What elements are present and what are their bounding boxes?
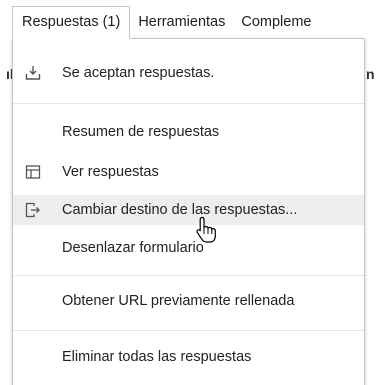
menu-respuestas[interactable]: Respuestas (1)	[12, 5, 131, 39]
menu-item-change-destination[interactable]: Cambiar destino de las respuestas...	[13, 195, 364, 225]
separator	[13, 275, 364, 276]
inbox-download-icon	[25, 66, 41, 80]
menu-item-prefilled-url[interactable]: Obtener URL previamente rellenada	[13, 286, 364, 316]
menu-item-label: Eliminar todas las respuestas	[62, 349, 252, 365]
menu-item-delete-all-responses[interactable]: Eliminar todas las respuestas	[13, 342, 364, 372]
menu-complementos[interactable]: Compleme	[233, 6, 319, 38]
menu-item-accepting-responses[interactable]: Se aceptan respuestas.	[13, 58, 364, 88]
menu-item-label: Cambiar destino de las respuestas...	[62, 202, 298, 218]
respuestas-dropdown-menu: Se aceptan respuestas. Resumen de respue…	[12, 38, 365, 385]
table-icon	[25, 165, 41, 179]
menu-item-unlink-form[interactable]: Desenlazar formulario	[13, 233, 364, 263]
menu-item-label: Obtener URL previamente rellenada	[62, 293, 295, 309]
app-window: Respuestas (1) Herramientas Compleme ıl …	[0, 0, 376, 385]
menu-item-label: Resumen de respuestas	[62, 124, 220, 140]
menu-bar: Respuestas (1) Herramientas Compleme	[12, 5, 376, 39]
menu-item-view-responses[interactable]: Ver respuestas	[13, 157, 364, 187]
move-to-icon	[25, 202, 40, 218]
menu-herramientas[interactable]: Herramientas	[130, 6, 233, 38]
separator	[13, 103, 364, 104]
menu-item-label: Desenlazar formulario	[62, 240, 204, 256]
background-text-right: n	[366, 66, 375, 82]
menu-item-label: Ver respuestas	[62, 164, 159, 180]
hand-pointer-icon	[196, 216, 216, 243]
menu-item-label: Se aceptan respuestas.	[62, 65, 215, 81]
separator	[13, 330, 364, 331]
menu-item-response-summary[interactable]: Resumen de respuestas	[13, 117, 364, 147]
